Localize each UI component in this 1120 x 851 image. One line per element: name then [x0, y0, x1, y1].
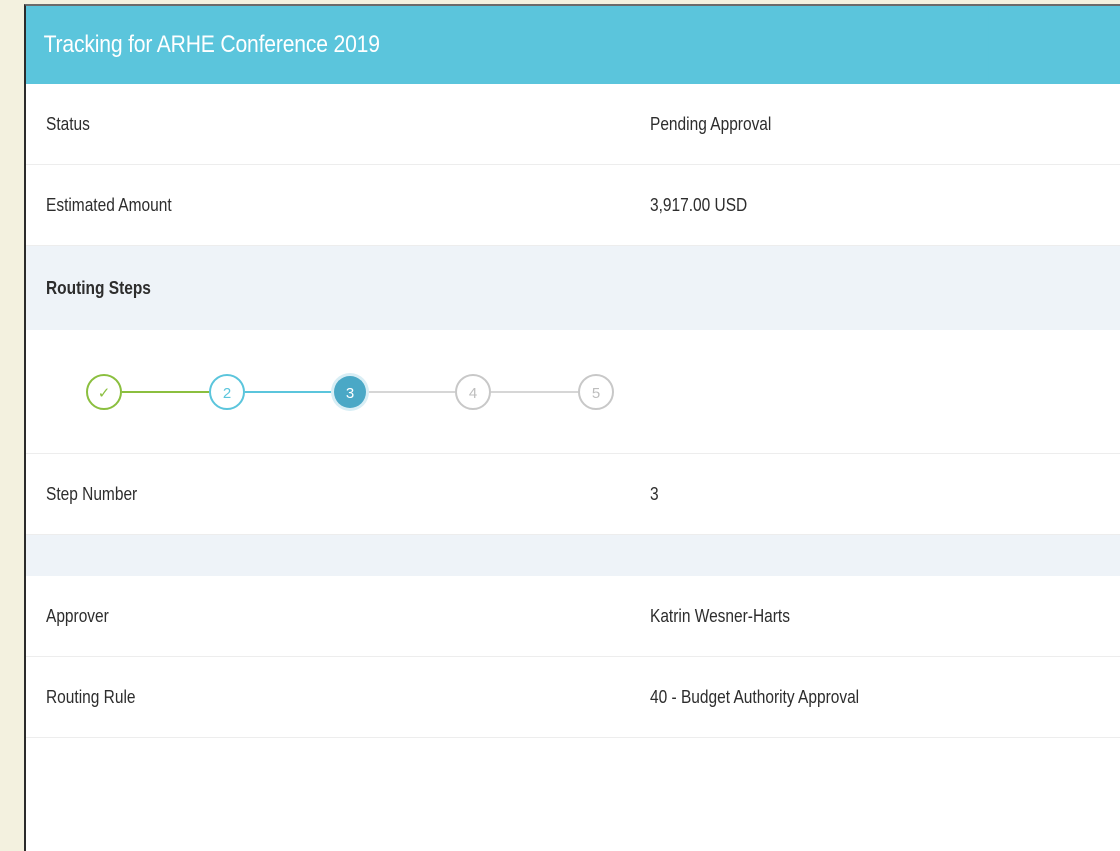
status-row: Status Pending Approval — [26, 84, 1120, 165]
routing-stepper: ✓ 2 3 4 5 — [26, 330, 1120, 454]
status-value: Pending Approval — [650, 113, 772, 134]
step-5-number: 5 — [592, 385, 600, 402]
step-number-value: 3 — [650, 483, 659, 504]
routing-rule-value: 40 - Budget Authority Approval — [650, 686, 860, 707]
approver-row: Approver Katrin Wesner-Harts — [26, 576, 1120, 657]
approver-label: Approver — [46, 605, 109, 626]
stepper-graphic: ✓ 2 3 4 5 — [86, 373, 614, 411]
estimated-amount-label: Estimated Amount — [46, 194, 172, 215]
step-5[interactable]: 5 — [578, 374, 614, 410]
routing-rule-row: Routing Rule 40 - Budget Authority Appro… — [26, 657, 1120, 738]
step-number-row: Step Number 3 — [26, 454, 1120, 535]
header-bar: Tracking for ARHE Conference 2019 — [26, 6, 1120, 84]
step-number-label: Step Number — [46, 483, 138, 504]
step-1-completed[interactable]: ✓ — [86, 374, 122, 410]
tracking-window: Tracking for ARHE Conference 2019 Status… — [24, 4, 1120, 851]
page-title-text: Tracking for ARHE Conference 2019 — [43, 31, 380, 58]
section-divider — [26, 535, 1120, 576]
routing-steps-section-header: Routing Steps — [26, 246, 1120, 330]
step-4-number: 4 — [469, 385, 477, 402]
step-4[interactable]: 4 — [455, 374, 491, 410]
check-icon: ✓ — [98, 384, 111, 402]
step-3-number: 3 — [346, 385, 354, 402]
page-title: Tracking for ARHE Conference 2019 — [26, 6, 989, 84]
status-label: Status — [46, 113, 90, 134]
step-2-number: 2 — [223, 385, 231, 402]
estimated-amount-row: Estimated Amount 3,917.00 USD — [26, 165, 1120, 246]
estimated-amount-value: 3,917.00 USD — [650, 194, 748, 215]
routing-steps-title: Routing Steps — [46, 277, 151, 298]
step-3-current[interactable]: 3 — [331, 373, 369, 411]
routing-rule-label: Routing Rule — [46, 686, 136, 707]
step-2[interactable]: 2 — [209, 374, 245, 410]
approver-value: Katrin Wesner-Harts — [650, 605, 790, 626]
